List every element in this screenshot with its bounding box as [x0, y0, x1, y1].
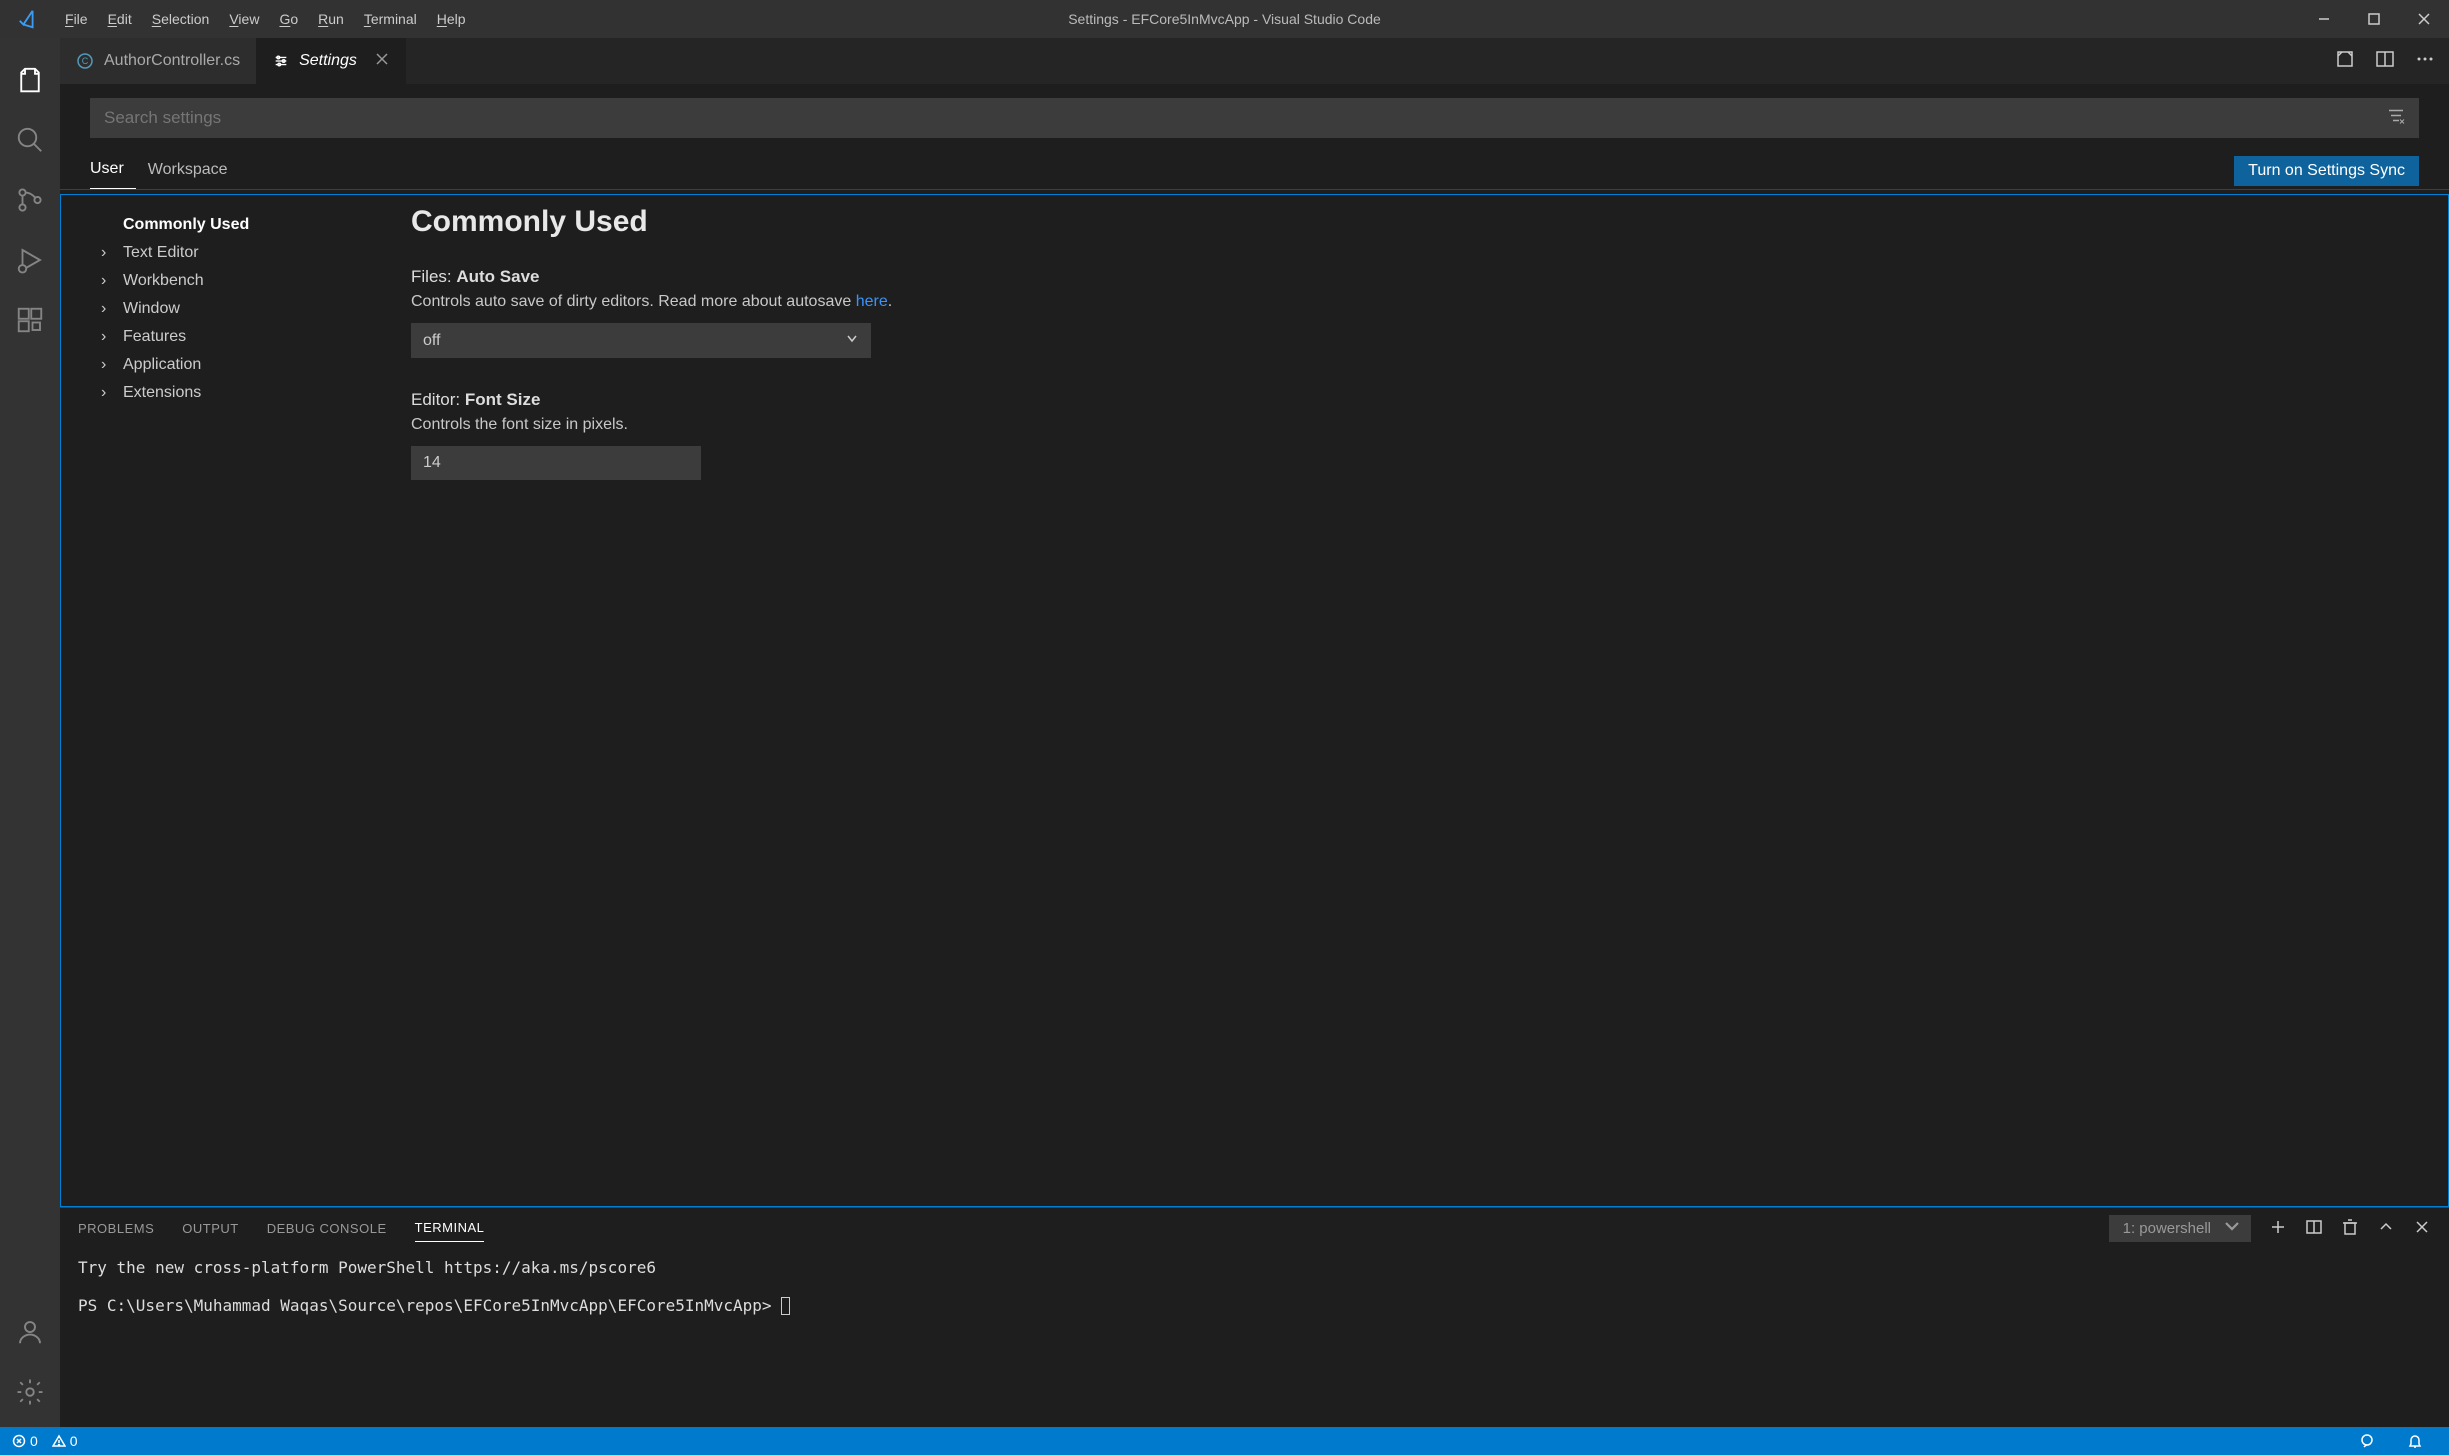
menu-edit[interactable]: Edit: [98, 11, 142, 27]
setting-editor-font-size: Editor: Font Size Controls the font size…: [411, 390, 2418, 480]
toc-window[interactable]: ›Window: [101, 295, 371, 323]
status-errors[interactable]: 0: [12, 1433, 38, 1449]
split-editor-icon[interactable]: [2375, 49, 2395, 74]
new-terminal-icon[interactable]: [2269, 1218, 2287, 1239]
menu-view[interactable]: View: [219, 11, 269, 27]
toc-application[interactable]: ›Application: [101, 351, 371, 379]
menu-run[interactable]: Run: [308, 11, 354, 27]
tab-label: AuthorController.cs: [104, 52, 240, 70]
panel-tab-problems[interactable]: PROBLEMS: [78, 1215, 154, 1242]
open-settings-json-icon[interactable]: [2335, 49, 2355, 74]
more-actions-icon[interactable]: [2415, 49, 2435, 74]
window-title: Settings - EFCore5InMvcApp - Visual Stud…: [1068, 11, 1381, 27]
activity-bar: [0, 38, 60, 1427]
close-icon[interactable]: [375, 52, 389, 71]
svg-text:C: C: [82, 56, 89, 66]
settings-menu-icon: [273, 53, 289, 69]
search-icon[interactable]: [0, 110, 60, 170]
setting-description: Controls the font size in pixels.: [411, 416, 2418, 434]
run-debug-icon[interactable]: [0, 230, 60, 290]
toc-extensions[interactable]: ›Extensions: [101, 379, 371, 407]
setting-files-auto-save: Files: Auto Save Controls auto save of d…: [411, 267, 2418, 358]
toc-features[interactable]: ›Features: [101, 323, 371, 351]
close-window-button[interactable]: [2399, 0, 2449, 38]
panel-tab-terminal[interactable]: TERMINAL: [415, 1214, 485, 1242]
chevron-right-icon: ›: [101, 244, 119, 262]
chevron-down-icon: [845, 331, 859, 350]
csharp-file-icon: C: [76, 52, 94, 70]
menu-file[interactable]: File: [55, 11, 98, 27]
editor-tab-bar: C AuthorController.cs Settings: [60, 38, 2449, 84]
accounts-icon[interactable]: [0, 1307, 60, 1367]
extensions-icon[interactable]: [0, 290, 60, 350]
status-feedback-icon[interactable]: [2359, 1433, 2375, 1449]
chevron-down-icon: [2223, 1217, 2241, 1239]
chevron-right-icon: ›: [101, 300, 119, 318]
settings-content: Commonly Used Files: Auto Save Controls …: [381, 195, 2448, 1206]
chevron-right-icon: ›: [101, 356, 119, 374]
terminal-select[interactable]: 1: powershell: [2109, 1215, 2251, 1242]
chevron-right-icon: ›: [101, 384, 119, 402]
maximize-panel-icon[interactable]: [2377, 1218, 2395, 1239]
setting-description: Controls auto save of dirty editors. Rea…: [411, 293, 2418, 311]
scope-workspace-tab[interactable]: Workspace: [148, 153, 240, 189]
status-notifications-icon[interactable]: [2407, 1433, 2423, 1449]
settings-toc: ›Commonly Used ›Text Editor ›Workbench ›…: [61, 195, 381, 1206]
menu-bar: File Edit Selection View Go Run Terminal…: [55, 11, 476, 27]
panel-tab-debug-console[interactable]: DEBUG CONSOLE: [267, 1215, 387, 1242]
vscode-logo-icon: [0, 8, 55, 30]
status-bar: 0 0: [0, 1427, 2449, 1455]
settings-gear-icon[interactable]: [0, 1367, 60, 1427]
bottom-panel: PROBLEMS OUTPUT DEBUG CONSOLE TERMINAL 1…: [60, 1207, 2449, 1427]
split-terminal-icon[interactable]: [2305, 1218, 2323, 1239]
auto-save-select[interactable]: off: [411, 323, 871, 358]
tab-settings[interactable]: Settings: [257, 38, 406, 84]
tab-author-controller[interactable]: C AuthorController.cs: [60, 38, 257, 84]
panel-tab-output[interactable]: OUTPUT: [182, 1215, 238, 1242]
explorer-icon[interactable]: [0, 50, 60, 110]
autosave-read-more-link[interactable]: here: [856, 293, 888, 310]
font-size-input[interactable]: [411, 446, 701, 480]
menu-terminal[interactable]: Terminal: [354, 11, 427, 27]
chevron-right-icon: ›: [101, 272, 119, 290]
title-bar: File Edit Selection View Go Run Terminal…: [0, 0, 2449, 38]
menu-selection[interactable]: Selection: [142, 11, 220, 27]
settings-search-input[interactable]: [90, 98, 2419, 138]
kill-terminal-icon[interactable]: [2341, 1218, 2359, 1239]
menu-go[interactable]: Go: [269, 11, 308, 27]
minimize-button[interactable]: [2299, 0, 2349, 38]
tab-label: Settings: [299, 52, 357, 70]
settings-heading: Commonly Used: [411, 205, 2418, 239]
toc-workbench[interactable]: ›Workbench: [101, 267, 371, 295]
toc-commonly-used[interactable]: ›Commonly Used: [101, 211, 371, 239]
close-panel-icon[interactable]: [2413, 1218, 2431, 1239]
toc-text-editor[interactable]: ›Text Editor: [101, 239, 371, 267]
filter-icon[interactable]: [2387, 107, 2405, 130]
menu-help[interactable]: Help: [427, 11, 476, 27]
source-control-icon[interactable]: [0, 170, 60, 230]
maximize-button[interactable]: [2349, 0, 2399, 38]
settings-sync-button[interactable]: Turn on Settings Sync: [2234, 156, 2419, 186]
status-warnings[interactable]: 0: [52, 1433, 78, 1449]
scope-user-tab[interactable]: User: [90, 152, 136, 189]
terminal-output[interactable]: Try the new cross-platform PowerShell ht…: [60, 1248, 2449, 1427]
chevron-right-icon: ›: [101, 328, 119, 346]
